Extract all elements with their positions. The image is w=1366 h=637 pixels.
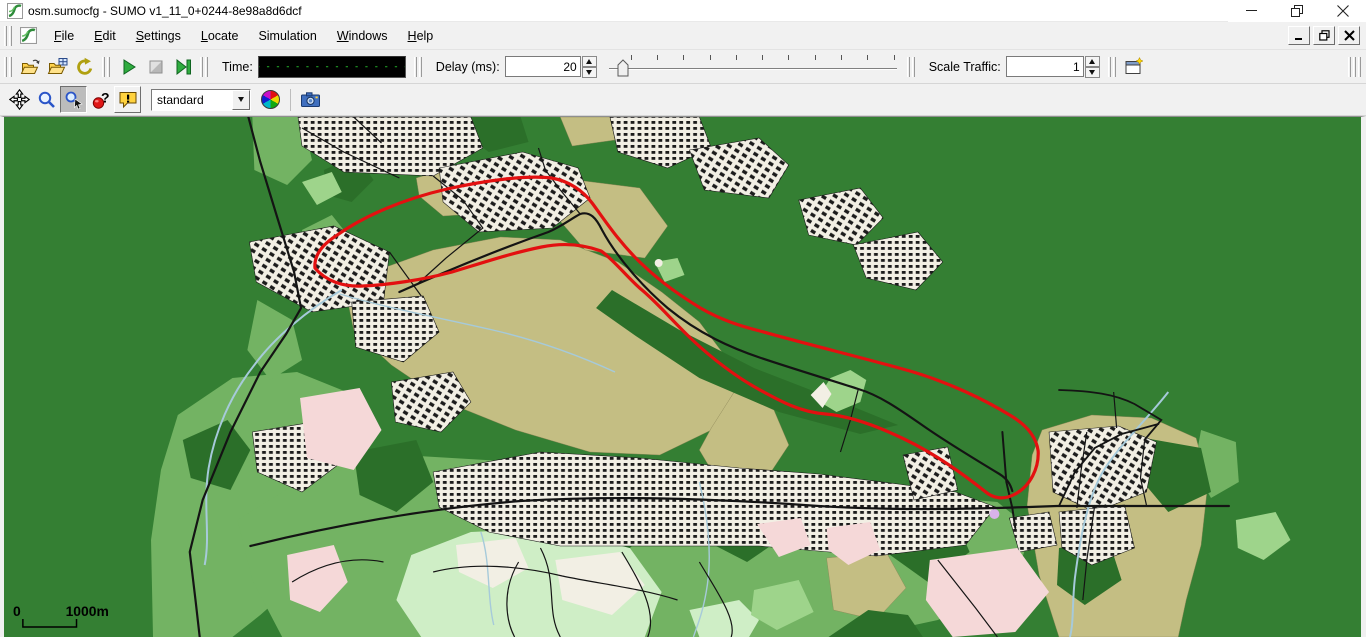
scale-spin-down[interactable] bbox=[1085, 67, 1100, 78]
toolbar-grip[interactable] bbox=[102, 57, 112, 77]
toolbar-grip[interactable] bbox=[907, 57, 917, 77]
stop-button[interactable] bbox=[142, 53, 169, 80]
slider-ticks bbox=[631, 55, 895, 61]
up-arrow-icon bbox=[1089, 59, 1095, 64]
close-button[interactable] bbox=[1320, 0, 1366, 22]
color-scheme-combobox: standard bbox=[151, 89, 251, 111]
delay-input[interactable] bbox=[505, 56, 581, 77]
menu-file[interactable]: File bbox=[44, 24, 84, 48]
slider-handle[interactable] bbox=[617, 59, 629, 80]
window-titlebar: osm.sumocfg - SUMO v1_11_0+0244-8e98a8d6… bbox=[0, 0, 1366, 22]
down-arrow-icon bbox=[586, 70, 592, 75]
delay-spin-down[interactable] bbox=[582, 67, 597, 78]
menubar-grip[interactable] bbox=[4, 26, 14, 46]
chevron-down-icon bbox=[238, 97, 244, 102]
new-view-icon bbox=[1124, 57, 1144, 77]
restore-button[interactable] bbox=[1274, 0, 1320, 22]
mdi-minimize-icon bbox=[1294, 31, 1304, 41]
locate-button[interactable] bbox=[60, 86, 87, 113]
map-view: 0 1000m bbox=[0, 116, 1366, 637]
stop-icon bbox=[146, 57, 166, 77]
toolbar-grip[interactable] bbox=[4, 57, 14, 77]
combo-dropdown-button[interactable] bbox=[232, 90, 250, 110]
view-toolbar: ? standard bbox=[0, 84, 1366, 116]
scale-traffic-label: Scale Traffic: bbox=[929, 60, 1001, 74]
restore-icon bbox=[1291, 5, 1303, 17]
open-network-icon bbox=[47, 57, 68, 77]
mdi-minimize-button[interactable] bbox=[1288, 26, 1310, 45]
svg-text:?: ? bbox=[101, 90, 110, 106]
reload-icon bbox=[75, 57, 95, 77]
zoom-button[interactable] bbox=[33, 86, 60, 113]
color-scheme-value[interactable]: standard bbox=[152, 90, 232, 110]
scale-traffic-spinbox bbox=[1006, 56, 1100, 78]
delay-slider[interactable] bbox=[607, 53, 899, 80]
menu-simulation[interactable]: Simulation bbox=[248, 24, 326, 48]
delay-spin-up[interactable] bbox=[582, 56, 597, 67]
menubar: File Edit Settings Locate Simulation Win… bbox=[0, 22, 1366, 50]
zoom-icon bbox=[37, 90, 57, 110]
new-view-button[interactable] bbox=[1121, 53, 1148, 80]
edit-coloring-button[interactable] bbox=[257, 86, 284, 113]
mdi-restore-button[interactable] bbox=[1313, 26, 1335, 45]
play-icon bbox=[119, 57, 139, 77]
scale-distance-label: 1000m bbox=[66, 603, 109, 619]
minimize-button[interactable] bbox=[1228, 0, 1274, 22]
delay-label: Delay (ms): bbox=[436, 60, 500, 74]
delay-spinbox bbox=[505, 56, 597, 78]
play-button[interactable] bbox=[115, 53, 142, 80]
open-config-icon bbox=[20, 57, 41, 77]
mdi-close-icon bbox=[1344, 30, 1355, 41]
minimize-icon bbox=[1246, 5, 1257, 16]
scale-spin-up[interactable] bbox=[1085, 56, 1100, 67]
toolbar-grip[interactable] bbox=[200, 57, 210, 77]
close-icon bbox=[1337, 5, 1349, 17]
recenter-button[interactable] bbox=[6, 86, 33, 113]
recenter-icon bbox=[9, 89, 30, 110]
color-wheel-icon bbox=[261, 90, 280, 109]
simulation-toolbar: Time: - - - - - - - - - - - - - - - - De… bbox=[0, 50, 1366, 84]
sumo-logo-icon-small bbox=[20, 27, 37, 44]
slider-groove[interactable] bbox=[609, 68, 897, 70]
open-network-button[interactable] bbox=[44, 53, 71, 80]
scale-zero-label: 0 bbox=[13, 603, 21, 619]
mdi-close-button[interactable] bbox=[1338, 26, 1360, 45]
menu-help[interactable]: Help bbox=[398, 24, 444, 48]
mdi-restore-icon bbox=[1319, 30, 1330, 41]
help-icon: ? bbox=[91, 90, 111, 110]
toolbar-grip[interactable] bbox=[414, 57, 424, 77]
window-title: osm.sumocfg - SUMO v1_11_0+0244-8e98a8d6… bbox=[28, 4, 302, 18]
sumo-logo-icon bbox=[7, 3, 23, 19]
toolbar-end-grip[interactable] bbox=[1348, 57, 1363, 77]
map-canvas[interactable]: 0 1000m bbox=[4, 117, 1361, 637]
step-icon bbox=[173, 57, 193, 77]
menu-settings[interactable]: Settings bbox=[126, 24, 191, 48]
toolbar-separator bbox=[290, 89, 291, 111]
step-button[interactable] bbox=[169, 53, 196, 80]
up-arrow-icon bbox=[586, 59, 592, 64]
down-arrow-icon bbox=[1089, 70, 1095, 75]
open-config-button[interactable] bbox=[17, 53, 44, 80]
special-area bbox=[989, 509, 999, 519]
snapshot-button[interactable] bbox=[297, 86, 324, 113]
messages-icon bbox=[118, 90, 138, 110]
time-label: Time: bbox=[222, 60, 253, 74]
scale-traffic-input[interactable] bbox=[1006, 56, 1084, 77]
time-lcd-display: - - - - - - - - - - - - - - - - bbox=[258, 56, 406, 78]
snapshot-icon bbox=[300, 90, 321, 110]
menu-edit[interactable]: Edit bbox=[84, 24, 126, 48]
locate-icon bbox=[64, 90, 84, 110]
messages-button[interactable] bbox=[114, 86, 141, 113]
help-button[interactable]: ? bbox=[87, 86, 114, 113]
menu-locate[interactable]: Locate bbox=[191, 24, 249, 48]
toolbar-grip[interactable] bbox=[1108, 57, 1118, 77]
reload-button[interactable] bbox=[71, 53, 98, 80]
menu-windows[interactable]: Windows bbox=[327, 24, 398, 48]
